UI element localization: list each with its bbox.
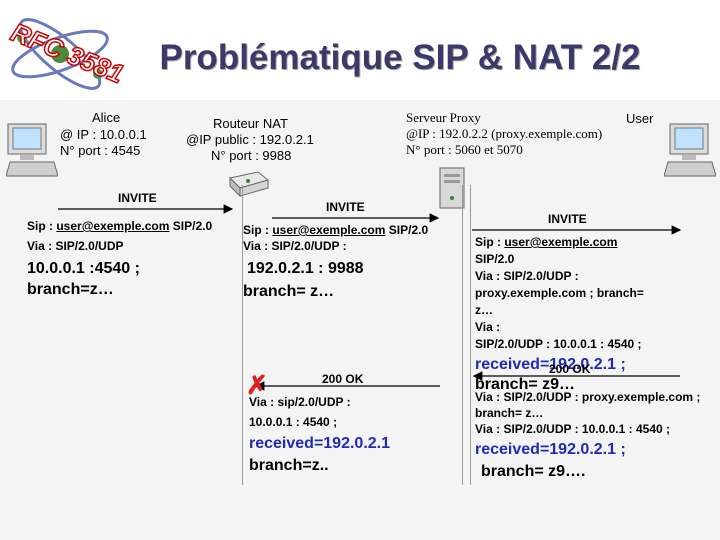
resp2-line3: Via : SIP/2.0/UDP : 10.0.0.1 : 4540 ; <box>475 422 670 436</box>
msg3-line2: SIP/2.0 <box>475 252 515 266</box>
msg3-sip-line: Sip : user@exemple.com <box>475 234 617 251</box>
msg3-line3: Via : SIP/2.0/UDP : <box>475 269 579 283</box>
msg1-sip-prefix: Sip : <box>27 219 57 233</box>
msg2-sip-suffix: SIP/2.0 <box>385 223 429 237</box>
msg2-via: Via : SIP/2.0/UDP : <box>243 239 347 253</box>
msg1-sip-suffix: SIP/2.0 <box>169 219 213 233</box>
ok-label-1: 200 OK <box>322 372 364 386</box>
msg1-big1: 10.0.0.1 :4540 ; <box>27 260 140 277</box>
msg3-line7: SIP/2.0/UDP : 10.0.0.1 : 4540 ; <box>475 337 642 351</box>
resp1-big1: received=192.0.2.1 <box>249 435 391 452</box>
resp2-big1: received=192.0.2.1 ; <box>475 441 626 458</box>
invite-label-3: INVITE <box>548 212 587 226</box>
msg2-sip-prefix: Sip : <box>243 223 273 237</box>
resp2-line1: Via : SIP/2.0/UDP : proxy.exemple.com ; <box>475 390 701 404</box>
msg2-big2: branch= z… <box>243 283 335 300</box>
msg2-sip-uri: user@exemple.com <box>272 223 386 237</box>
ok-label-2: 200 OK <box>549 362 591 376</box>
msg1-big2: branch=z… <box>27 281 114 298</box>
msg1-sip-line: Sip : user@exemple.com SIP/2.0 <box>27 218 212 235</box>
msg2-sip-line: Sip : user@exemple.com SIP/2.0 <box>243 222 428 239</box>
msg3-sip-uri: user@exemple.com <box>504 235 618 249</box>
resp2-big2: branch= z9…. <box>481 463 586 480</box>
msg2-big1: 192.0.2.1 : 9988 <box>247 260 364 277</box>
invite-label-1: INVITE <box>118 191 157 205</box>
msg3-sip-prefix: Sip : <box>475 235 505 249</box>
msg3-line4: proxy.exemple.com ; branch= <box>475 286 644 300</box>
msg3-line6: Via : <box>475 320 501 334</box>
resp2-line2: branch= z… <box>475 406 544 420</box>
msg1-via: Via : SIP/2.0/UDP <box>27 239 124 253</box>
resp1-big2: branch=z.. <box>249 457 329 474</box>
msg3-line5: z… <box>475 303 493 317</box>
resp1-line2: 10.0.0.1 : 4540 ; <box>249 415 338 429</box>
resp1-line1: Via : sip/2.0/UDP : <box>249 395 351 409</box>
msg1-sip-uri: user@exemple.com <box>56 219 170 233</box>
invite-label-2: INVITE <box>326 200 365 214</box>
